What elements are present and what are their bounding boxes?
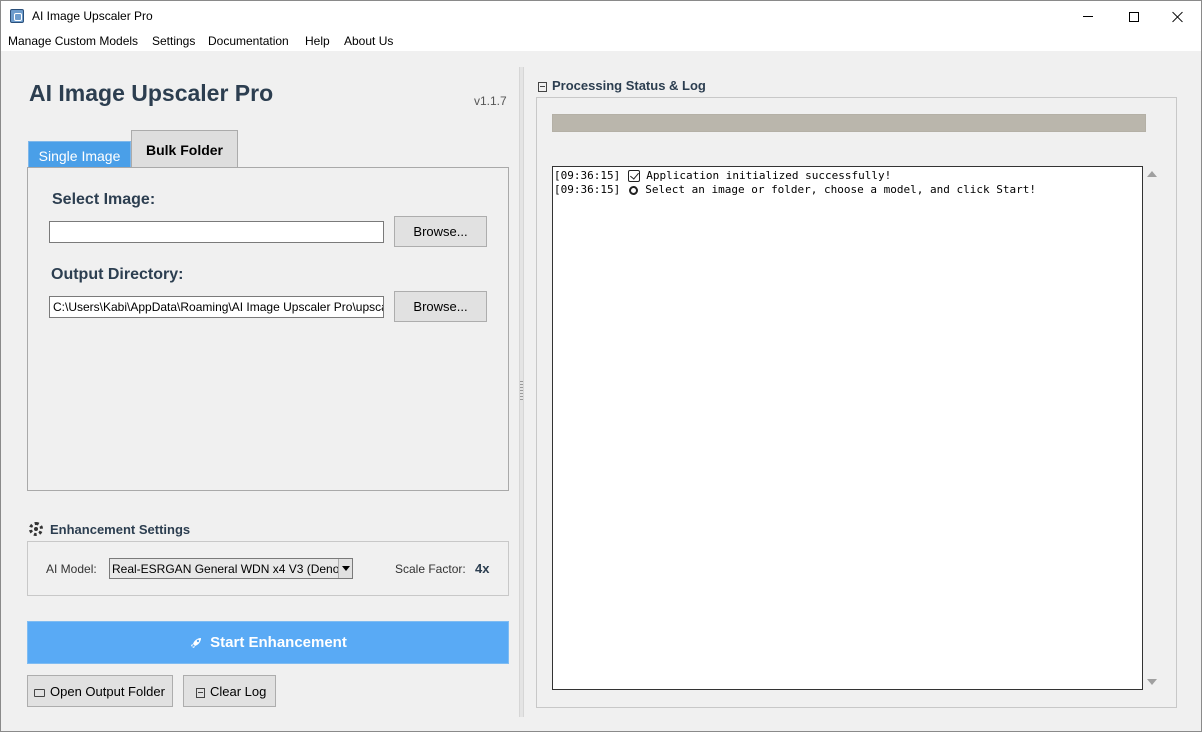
browse-image-button[interactable]: Browse... [394, 216, 487, 247]
maximize-icon [1129, 11, 1139, 22]
close-button[interactable] [1155, 1, 1201, 32]
image-path-input[interactable] [49, 221, 384, 243]
ai-model-label: AI Model: [46, 562, 97, 576]
app-icon [10, 9, 24, 23]
clear-log-button[interactable]: Clear Log [183, 675, 276, 707]
app-heading: AI Image Upscaler Pro [29, 80, 274, 106]
menu-bar: Manage Custom Models Settings Documentat… [1, 32, 1201, 51]
folder-icon [34, 689, 45, 697]
scale-factor-label: Scale Factor: [395, 562, 466, 576]
clipboard-icon [196, 687, 205, 698]
log-line: [09:36:15] Application initialized succes… [554, 169, 1141, 183]
select-image-label: Select Image: [52, 191, 156, 208]
log-timestamp: [09:36:15] [554, 169, 621, 182]
log-timestamp: [09:36:15] [554, 183, 621, 196]
checkbox-icon [628, 170, 641, 182]
open-output-folder-button[interactable]: Open Output Folder [27, 675, 173, 707]
gear-icon [29, 522, 43, 536]
rocket-icon [191, 637, 202, 648]
minimize-button[interactable] [1065, 1, 1111, 32]
menu-documentation[interactable]: Documentation [208, 34, 289, 48]
browse-output-button[interactable]: Browse... [394, 291, 487, 322]
menu-help[interactable]: Help [305, 34, 330, 48]
scale-factor-value: 4x [475, 561, 490, 576]
log-line: [09:36:15] Select an image or folder, cho… [554, 183, 1141, 197]
minimize-icon [1083, 16, 1093, 17]
maximize-button[interactable] [1111, 1, 1157, 32]
chevron-down-icon[interactable] [338, 559, 352, 578]
open-output-folder-label: Open Output Folder [50, 683, 165, 699]
start-enhancement-button[interactable]: Start Enhancement [27, 621, 509, 664]
tab-single-image[interactable]: Single Image [28, 141, 131, 168]
ai-model-select[interactable]: Real-ESRGAN General WDN x4 V3 (Denoise) [109, 558, 353, 579]
clipboard-icon [538, 82, 547, 92]
output-directory-label: Output Directory: [51, 266, 184, 283]
clear-log-label: Clear Log [210, 683, 267, 699]
menu-manage-custom-models[interactable]: Manage Custom Models [8, 34, 138, 48]
window-title: AI Image Upscaler Pro [32, 9, 153, 23]
log-message: Application initialized successfully! [646, 169, 892, 182]
progress-bar [552, 114, 1146, 132]
version-label: v1.1.7 [474, 94, 507, 108]
processing-status-title: Processing Status & Log [552, 78, 706, 93]
app-window: AI Image Upscaler Pro Manage Custom Mode… [0, 0, 1202, 732]
tab-bulk-folder[interactable]: Bulk Folder [131, 130, 238, 167]
target-icon [629, 185, 639, 195]
log-message: Select an image or folder, choose a mode… [645, 183, 1036, 196]
output-path-input[interactable]: C:\Users\Kabi\AppData\Roaming\AI Image U… [49, 296, 384, 318]
log-output[interactable]: [09:36:15] Application initialized succes… [552, 166, 1143, 690]
scroll-up-icon[interactable] [1147, 171, 1157, 177]
title-bar: AI Image Upscaler Pro [1, 1, 1201, 32]
menu-about-us[interactable]: About Us [344, 34, 393, 48]
splitter-grip-icon[interactable] [520, 381, 523, 401]
close-icon [1172, 11, 1184, 23]
scroll-down-icon[interactable] [1147, 679, 1157, 685]
menu-settings[interactable]: Settings [152, 34, 195, 48]
enhancement-settings-title: Enhancement Settings [50, 522, 191, 537]
start-enhancement-label: Start Enhancement [210, 634, 347, 651]
